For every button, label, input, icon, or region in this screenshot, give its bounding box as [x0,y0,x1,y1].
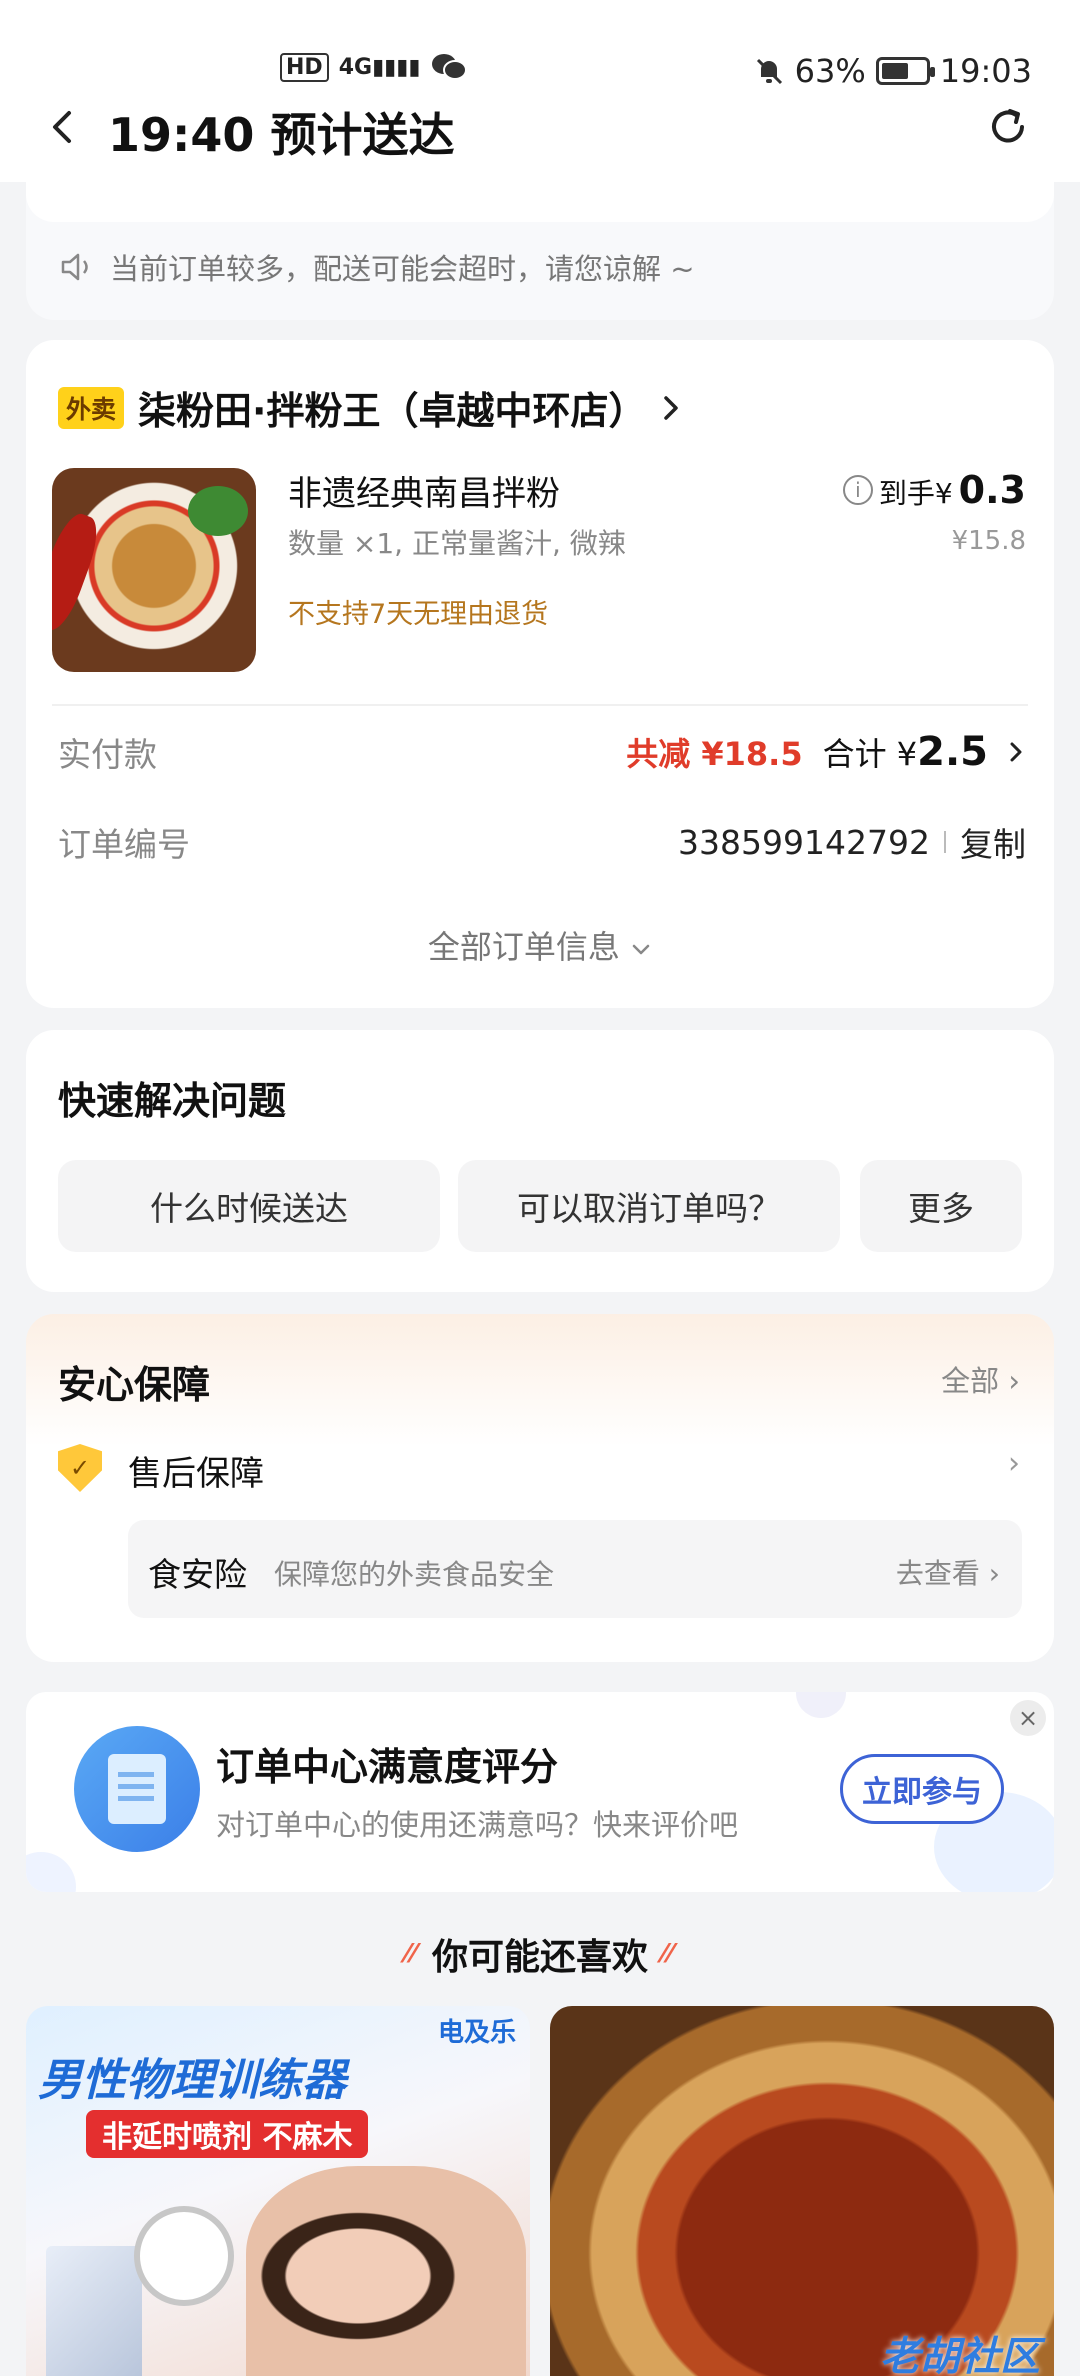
chevron-right-icon[interactable] [660,392,684,424]
separator [944,831,946,853]
quick-solve-title: 快速解决问题 [58,1079,287,1123]
watermark: 老胡社区 [880,2334,1040,2376]
quick-button-more[interactable]: 更多 [860,1160,1022,1252]
battery-icon [875,57,935,85]
battery-percent: 63% [794,52,866,90]
recommend-item-ad[interactable]: 电及乐 男性物理训练器 非延时喷剂 不麻木 [26,2006,530,2376]
divider [52,704,1028,706]
insurance-name: 食安险 [148,1555,247,1594]
guarantee-all-link[interactable]: 全部 › [941,1358,1020,1400]
order-number-value: 338599142792 [678,822,930,862]
guarantee-title: 安心保障 [58,1363,211,1407]
info-icon[interactable]: i [842,475,873,505]
signal-4g-icon: 4G▮▮▮▮ [338,54,421,80]
ad-product-box [46,2246,142,2376]
payment-row[interactable]: 实付款 共减 ¥18.5 合计 ¥2.5 [58,728,1026,776]
close-icon[interactable]: × [1010,1700,1046,1736]
after-sale-label[interactable]: 售后保障 [128,1446,264,1495]
battery-fill [881,63,909,79]
shop-name[interactable]: 柒粉田·拌粉王（卓越中环店） [138,380,646,435]
speaker-icon [61,253,88,281]
ad-subline: 非延时喷剂 不麻木 [86,2110,369,2158]
network-type-label: 4G [338,54,373,80]
quick-button-cancel-order[interactable]: 可以取消订单吗？ [458,1160,840,1252]
recommend-title: 你可能还喜欢 [431,1937,648,1978]
clock: 19:03 [939,52,1032,90]
payment-summary[interactable]: 共减 ¥18.5 合计 ¥2.5 [626,729,1026,775]
order-number-row: 订单编号 338599142792 复制 [58,818,1026,866]
recommend-header: ⁄⁄ 你可能还喜欢 ⁄⁄ [0,1928,1080,1980]
decor-right-icon: ⁄⁄ [662,1939,675,1969]
wechat-icon [431,54,467,80]
ad-headline: 男性物理训练器 [38,2055,346,2106]
all-order-info-label: 全部订单信息 [427,928,620,966]
guarantee-all-label: 全部 [941,1364,1000,1398]
food-spec: 数量 ×1, 正常量酱汁, 微辣 [288,527,626,560]
join-survey-button[interactable]: 立即参与 [840,1754,1004,1824]
copy-button[interactable]: 复制 [960,818,1026,866]
survey-subtitle: 对订单中心的使用还满意吗？快来评价吧 [216,1808,739,1842]
discount-amount: 共减 ¥18.5 [626,735,803,773]
header: 19:40 预计送达 [0,95,1080,165]
refresh-icon[interactable] [986,105,1030,149]
order-card: 外卖 柒粉田·拌粉王（卓越中环店） 非遗经典南昌拌粉 数量 ×1, 正常量酱汁,… [26,340,1054,1008]
shield-check-icon: ✓ [58,1444,102,1492]
survey-card: 订单中心满意度评分 对订单中心的使用还满意吗？快来评价吧 立即参与 × [26,1692,1054,1892]
ad-brand: 电及乐 [437,2018,516,2048]
chevron-down-icon [632,944,650,955]
guarantee-card: 安心保障 全部 › ✓ 售后保障 › 食安险 保障您的外卖食品安全 去查看 › [26,1314,1054,1662]
final-price-label: 到手¥ [878,477,953,510]
status-bar-right: 63% 19:03 [753,52,1032,90]
ad-photo [246,2166,526,2376]
total-label: 合计 ¥ [822,735,918,773]
page-title: 19:40 预计送达 [108,108,455,162]
status-bar-left: HD 4G▮▮▮▮ [280,52,467,82]
total-value: 2.5 [917,729,988,775]
quick-solve-card: 快速解决问题 什么时候送达 可以取消订单吗？ 更多 [26,1030,1054,1292]
decoration [26,1852,76,1892]
original-price: ¥15.8 [951,526,1026,556]
notice-text: 当前订单较多，配送可能会超时，请您谅解 ~ [110,252,695,286]
final-price-value: 0.3 [958,468,1026,512]
top-bar: HD 4G▮▮▮▮ 63% 19:03 19:40 预计送达 [0,0,1080,182]
takeout-tag: 外卖 [58,386,125,429]
delay-notice: 当前订单较多，配送可能会超时，请您谅解 ~ [60,246,695,288]
mute-bell-icon [756,58,782,85]
back-arrow-icon[interactable] [45,109,81,145]
decoration [796,1692,846,1718]
return-policy-warning: 不支持7天无理由退货 [288,599,549,630]
food-image[interactable] [52,468,256,672]
insurance-view-link[interactable]: 去查看 › [896,1552,1000,1592]
clock-icon [134,2206,234,2306]
total-amount: 合计 ¥2.5 [823,729,988,775]
quick-button-delivery-time[interactable]: 什么时候送达 [58,1160,440,1252]
recommend-item-food[interactable]: 老胡社区 [550,2006,1054,2376]
document-paper [108,1754,166,1824]
order-number: 338599142792 复制 [678,818,1026,866]
document-icon [74,1726,200,1852]
food-insurance-row[interactable]: 食安险 保障您的外卖食品安全 去查看 › [128,1520,1022,1618]
chevron-right-icon[interactable] [1008,739,1026,765]
payment-label: 实付款 [58,735,157,774]
chevron-right-icon[interactable]: › [1008,1446,1020,1481]
survey-title: 订单中心满意度评分 [216,1745,559,1789]
all-order-info-button[interactable]: 全部订单信息 [26,922,1054,968]
final-price[interactable]: i 到手¥ 0.3 [842,468,1026,512]
food-name: 非遗经典南昌拌粉 [288,474,560,514]
hd-icon: HD [280,52,329,82]
shop-row[interactable]: 外卖 柒粉田·拌粉王（卓越中环店） [58,380,684,435]
insurance-view-label: 去查看 [895,1557,980,1590]
decor-left-icon: ⁄⁄ [405,1939,418,1969]
insurance-desc: 保障您的外卖食品安全 [274,1558,555,1591]
order-number-label: 订单编号 [58,825,190,864]
